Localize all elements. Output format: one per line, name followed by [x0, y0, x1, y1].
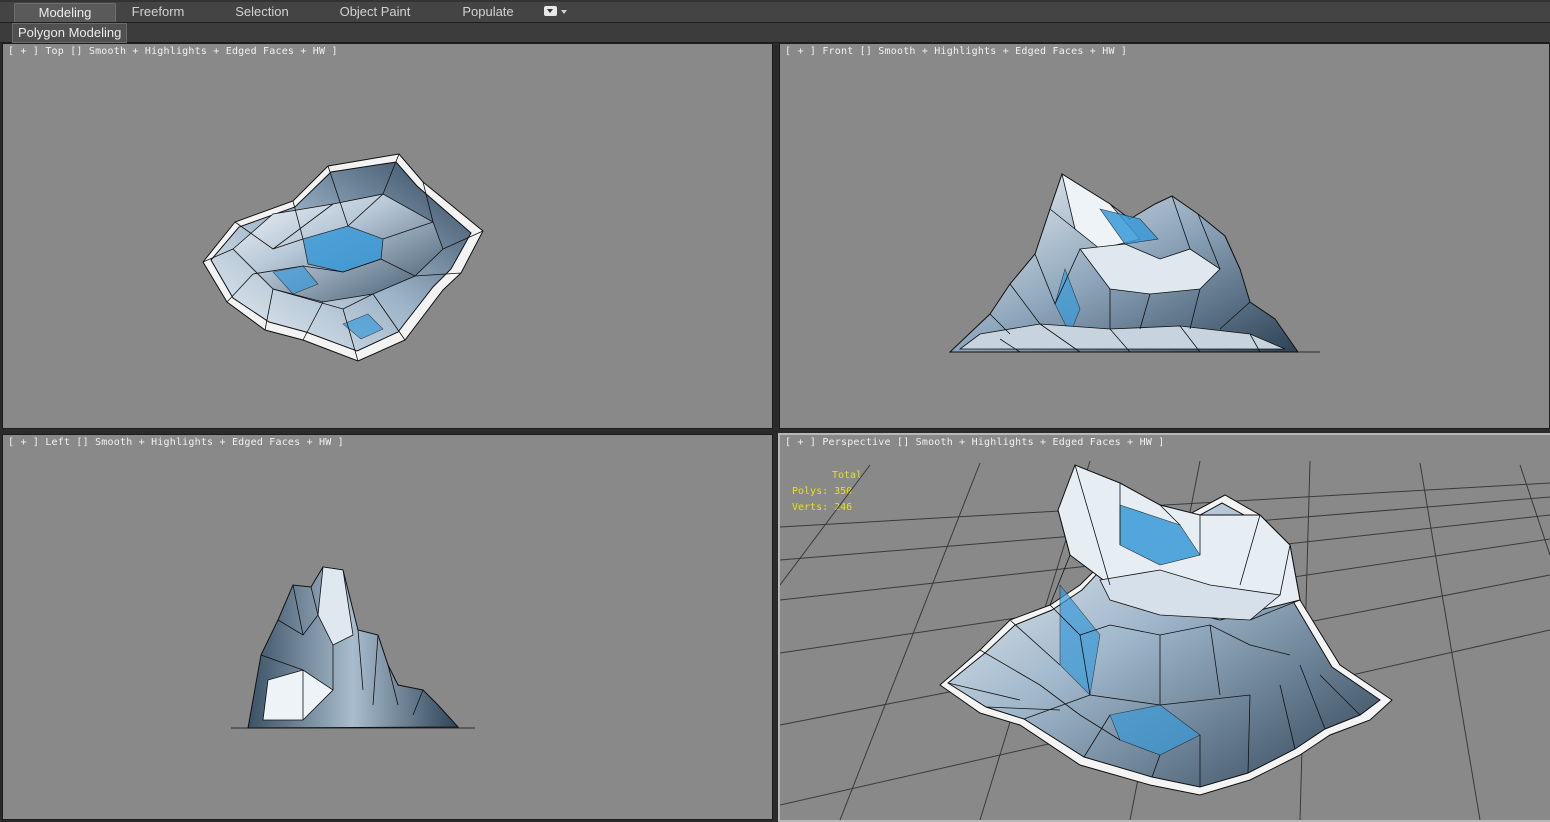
tab-freeform[interactable]: Freeform	[112, 3, 204, 21]
ribbon: Modeling Freeform Selection Object Paint…	[0, 0, 1550, 23]
viewport-perspective[interactable]: [ + ] Perspective [] Smooth + Highlights…	[778, 433, 1550, 822]
tab-selection[interactable]: Selection	[214, 3, 310, 21]
tab-object-paint[interactable]: Object Paint	[322, 3, 428, 21]
ribbon-panel-bar: Polygon Modeling	[0, 23, 1550, 43]
perspective-scene	[780, 460, 1550, 820]
viewport-front[interactable]: [ + ] Front [] Smooth + Highlights + Edg…	[779, 43, 1550, 429]
left-view-mesh	[231, 566, 475, 729]
chevron-down-icon	[544, 6, 557, 16]
viewport-left[interactable]: [ + ] Left [] Smooth + Highlights + Edge…	[2, 434, 773, 820]
ribbon-strip	[0, 0, 1550, 2]
ribbon-options-dropdown[interactable]	[544, 5, 570, 19]
viewport-top[interactable]: [ + ] Top [] Smooth + Highlights + Edged…	[2, 43, 773, 429]
top-view-mesh	[202, 153, 484, 362]
tab-populate[interactable]: Populate	[444, 3, 532, 21]
dropdown-arrow-icon	[561, 10, 567, 14]
polygon-modeling-panel-button[interactable]: Polygon Modeling	[12, 23, 128, 43]
front-view-mesh	[948, 173, 1320, 353]
tab-modeling[interactable]: Modeling	[14, 3, 116, 22]
